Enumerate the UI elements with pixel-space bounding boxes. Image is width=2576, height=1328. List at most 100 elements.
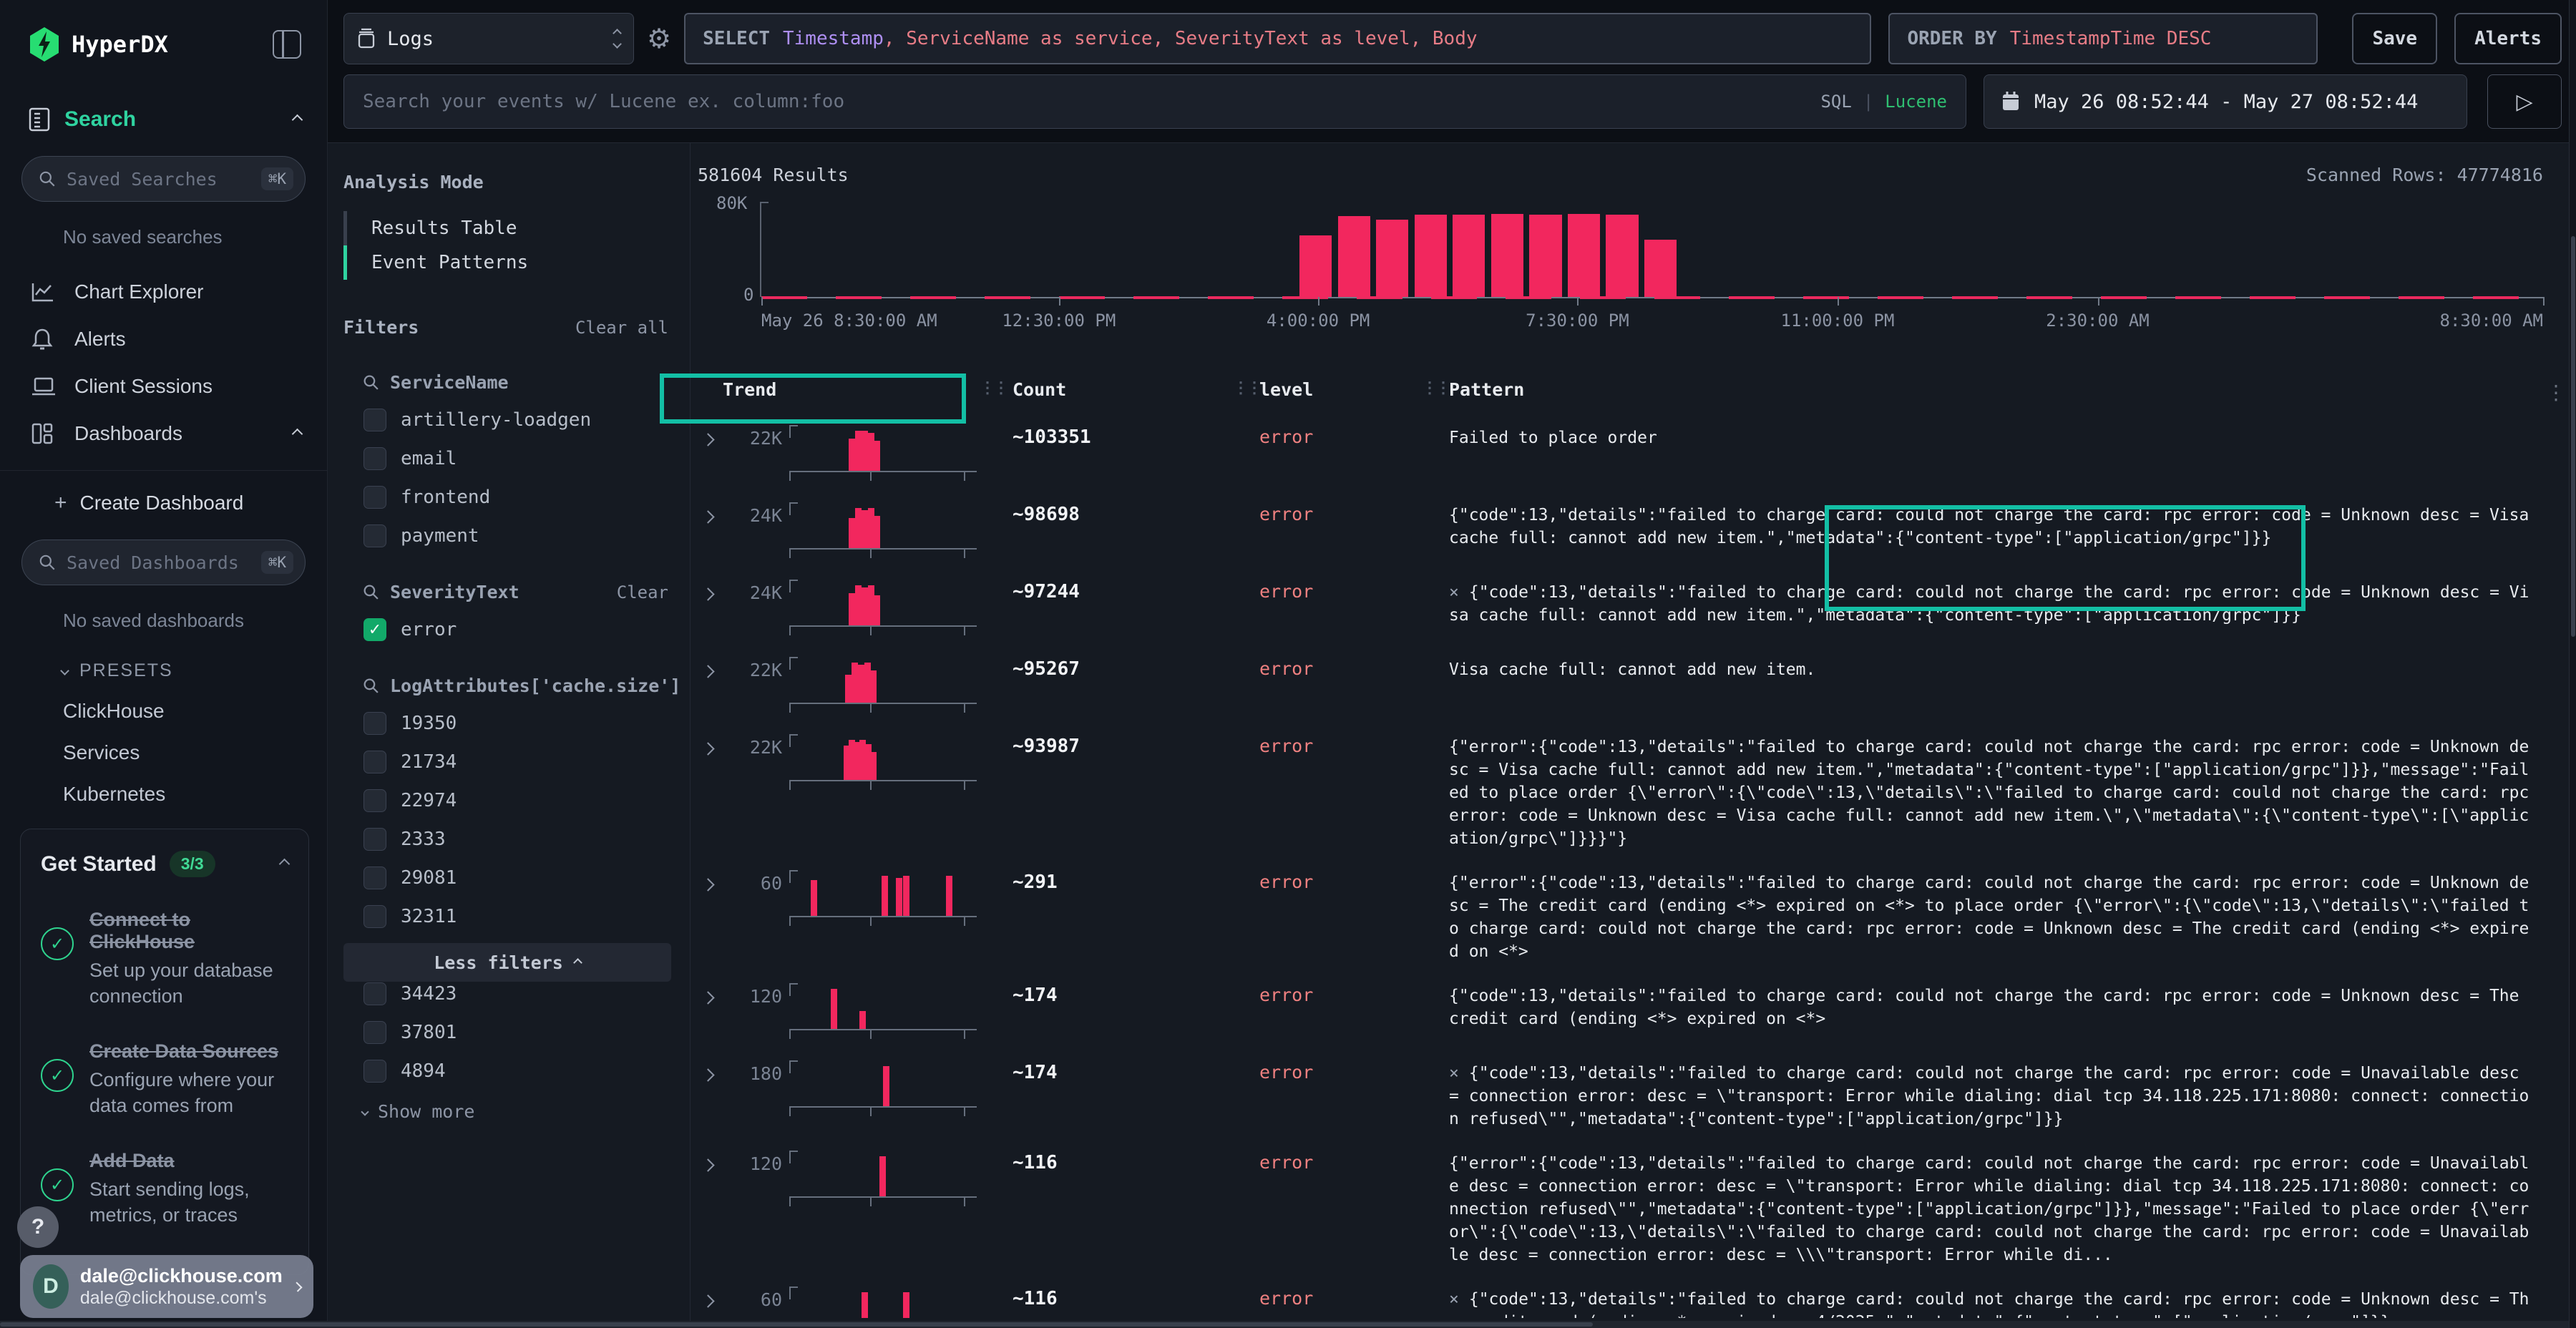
row-expander[interactable]	[691, 494, 726, 525]
checkbox-unchecked[interactable]	[364, 905, 386, 928]
row-expander[interactable]	[691, 571, 726, 602]
row-expander[interactable]	[691, 1052, 726, 1083]
pattern-row[interactable]: 22K~103351errorFailed to place order	[691, 416, 2576, 482]
collapse-x-icon[interactable]: ×	[1449, 1290, 1459, 1309]
filter-option[interactable]: 34423	[328, 982, 690, 1005]
histogram-bar[interactable]	[1644, 240, 1677, 297]
pattern-cell[interactable]: {"error":{"code":13,"details":"failed to…	[1420, 861, 2576, 963]
less-filters-button[interactable]: Less filters	[343, 943, 671, 982]
pattern-row[interactable]: 24K~98698error{"code":13,"details":"fail…	[691, 494, 2576, 560]
row-expander[interactable]	[691, 648, 726, 680]
column-drag-handle[interactable]: ⋮⋮	[980, 379, 1007, 397]
pattern-cell[interactable]: ×{"code":13,"details":"failed to charge …	[1420, 1052, 2576, 1131]
filter-clear-link[interactable]: Clear	[617, 582, 668, 602]
column-header-level[interactable]: level	[1259, 379, 1313, 400]
column-drag-handle[interactable]: ⋮⋮	[1422, 379, 1449, 397]
pattern-cell[interactable]: {"code":13,"details":"failed to charge c…	[1420, 494, 2576, 550]
pattern-row[interactable]: 120~116error{"error":{"code":13,"details…	[691, 1142, 2576, 1266]
checkbox-unchecked[interactable]	[364, 524, 386, 547]
column-header-pattern[interactable]: Pattern	[1449, 379, 1524, 400]
histogram-bar[interactable]	[1606, 215, 1638, 297]
filter-option[interactable]: 2333	[328, 828, 690, 851]
filter-option[interactable]: 21734	[328, 751, 690, 773]
filter-option[interactable]: 22974	[328, 789, 690, 812]
lucene-toggle[interactable]: Lucene	[1885, 92, 1947, 112]
pattern-row[interactable]: 180~174error×{"code":13,"details":"faile…	[691, 1052, 2576, 1131]
checkbox-unchecked[interactable]	[364, 982, 386, 1005]
histogram-bar[interactable]	[1415, 215, 1447, 297]
get-started-item[interactable]: ✓ Create Data Sources Configure where yo…	[41, 1040, 288, 1118]
vertical-scrollbar[interactable]	[2569, 0, 2576, 1328]
pattern-row[interactable]: 22K~93987error{"error":{"code":13,"detai…	[691, 726, 2576, 850]
show-more-link[interactable]: Show more	[328, 1083, 690, 1122]
gear-icon[interactable]: ⚙	[647, 23, 671, 55]
row-expander[interactable]	[691, 1142, 726, 1173]
sidebar-item-chart-explorer[interactable]: Chart Explorer	[0, 268, 327, 316]
select-columns-input[interactable]: SELECT Timestamp, ServiceName as service…	[684, 13, 1871, 64]
search-icon[interactable]	[362, 583, 380, 601]
mode-results-table[interactable]: Results Table	[343, 211, 690, 245]
chevron-up-icon[interactable]	[292, 114, 303, 125]
checkbox-unchecked[interactable]	[364, 828, 386, 851]
order-by-input[interactable]: ORDER BY TimestampTime DESC	[1888, 13, 2318, 64]
filter-option[interactable]: artillery-loadgen	[328, 409, 690, 431]
histogram-bar[interactable]	[1338, 216, 1370, 297]
user-menu[interactable]: D dale@clickhouse.com dale@clickhouse.co…	[20, 1255, 313, 1318]
checkbox-unchecked[interactable]	[364, 1060, 386, 1083]
histogram-bar[interactable]	[1529, 215, 1561, 297]
run-query-button[interactable]: ▷	[2487, 74, 2562, 129]
filter-option[interactable]: email	[328, 447, 690, 470]
pattern-cell[interactable]: {"error":{"code":13,"details":"failed to…	[1420, 1142, 2576, 1266]
checkbox-unchecked[interactable]	[364, 866, 386, 889]
clear-all-link[interactable]: Clear all	[575, 318, 668, 338]
row-expander[interactable]	[691, 726, 726, 757]
sidebar-item-client-sessions[interactable]: Client Sessions	[0, 363, 327, 410]
pattern-row[interactable]: 60~116error×{"code":13,"details":"failed…	[691, 1278, 2576, 1318]
help-button[interactable]: ?	[17, 1206, 59, 1248]
filter-option[interactable]: 37801	[328, 1021, 690, 1044]
pattern-row[interactable]: 120~174error{"code":13,"details":"failed…	[691, 975, 2576, 1040]
histogram-bar[interactable]	[1299, 235, 1332, 297]
saved-dashboards-input[interactable]: Saved Dashboards ⌘K	[21, 540, 306, 585]
create-dashboard-button[interactable]: + Create Dashboard	[0, 471, 327, 515]
collapse-x-icon[interactable]: ×	[1449, 1064, 1459, 1083]
pattern-cell[interactable]: Failed to place order	[1420, 416, 2576, 449]
source-select[interactable]: Logs	[343, 13, 634, 64]
histogram-bar[interactable]	[1568, 214, 1600, 297]
get-started-item[interactable]: ✓ Add Data Start sending logs, metrics, …	[41, 1150, 288, 1228]
column-header-trend[interactable]: Trend	[723, 379, 776, 400]
filter-option[interactable]: 32311	[328, 905, 690, 928]
checkbox-unchecked[interactable]	[364, 486, 386, 509]
filter-option[interactable]: 19350	[328, 712, 690, 735]
sidebar-item-alerts[interactable]: Alerts	[0, 316, 327, 363]
preset-kubernetes[interactable]: Kubernetes	[0, 764, 327, 806]
row-expander[interactable]	[691, 416, 726, 448]
alerts-button[interactable]: Alerts	[2454, 13, 2562, 64]
pattern-cell[interactable]: {"code":13,"details":"failed to charge c…	[1420, 975, 2576, 1030]
search-icon[interactable]	[362, 677, 380, 695]
checkbox-unchecked[interactable]	[364, 447, 386, 470]
filter-option[interactable]: payment	[328, 524, 690, 547]
pattern-cell[interactable]: ×{"code":13,"details":"failed to charge …	[1420, 1278, 2576, 1318]
checkbox-unchecked[interactable]	[364, 789, 386, 812]
mode-event-patterns[interactable]: Event Patterns	[343, 245, 690, 280]
pattern-cell[interactable]: Visa cache full: cannot add new item.	[1420, 648, 2576, 681]
search-icon[interactable]	[362, 374, 380, 391]
filter-option[interactable]: 29081	[328, 866, 690, 889]
pattern-row[interactable]: 60~291error{"error":{"code":13,"details"…	[691, 861, 2576, 963]
search-input[interactable]: Search your events w/ Lucene ex. column:…	[343, 74, 1966, 129]
row-expander[interactable]	[691, 975, 726, 1006]
filter-option[interactable]: ✓error	[328, 618, 690, 641]
sql-toggle[interactable]: SQL	[1820, 92, 1851, 112]
pattern-cell[interactable]: {"error":{"code":13,"details":"failed to…	[1420, 726, 2576, 850]
checkbox-unchecked[interactable]	[364, 409, 386, 431]
checkbox-unchecked[interactable]	[364, 1021, 386, 1044]
column-header-count[interactable]: Count	[1013, 379, 1066, 400]
row-expander[interactable]	[691, 1278, 726, 1309]
column-drag-handle[interactable]: ⋮⋮	[1233, 379, 1260, 397]
sidebar-collapse-icon[interactable]	[273, 30, 301, 59]
chevron-up-icon[interactable]	[279, 859, 291, 870]
checkbox-checked[interactable]: ✓	[364, 618, 386, 641]
histogram-bar[interactable]	[1491, 214, 1523, 297]
sidebar-item-search[interactable]: Search	[0, 62, 327, 132]
